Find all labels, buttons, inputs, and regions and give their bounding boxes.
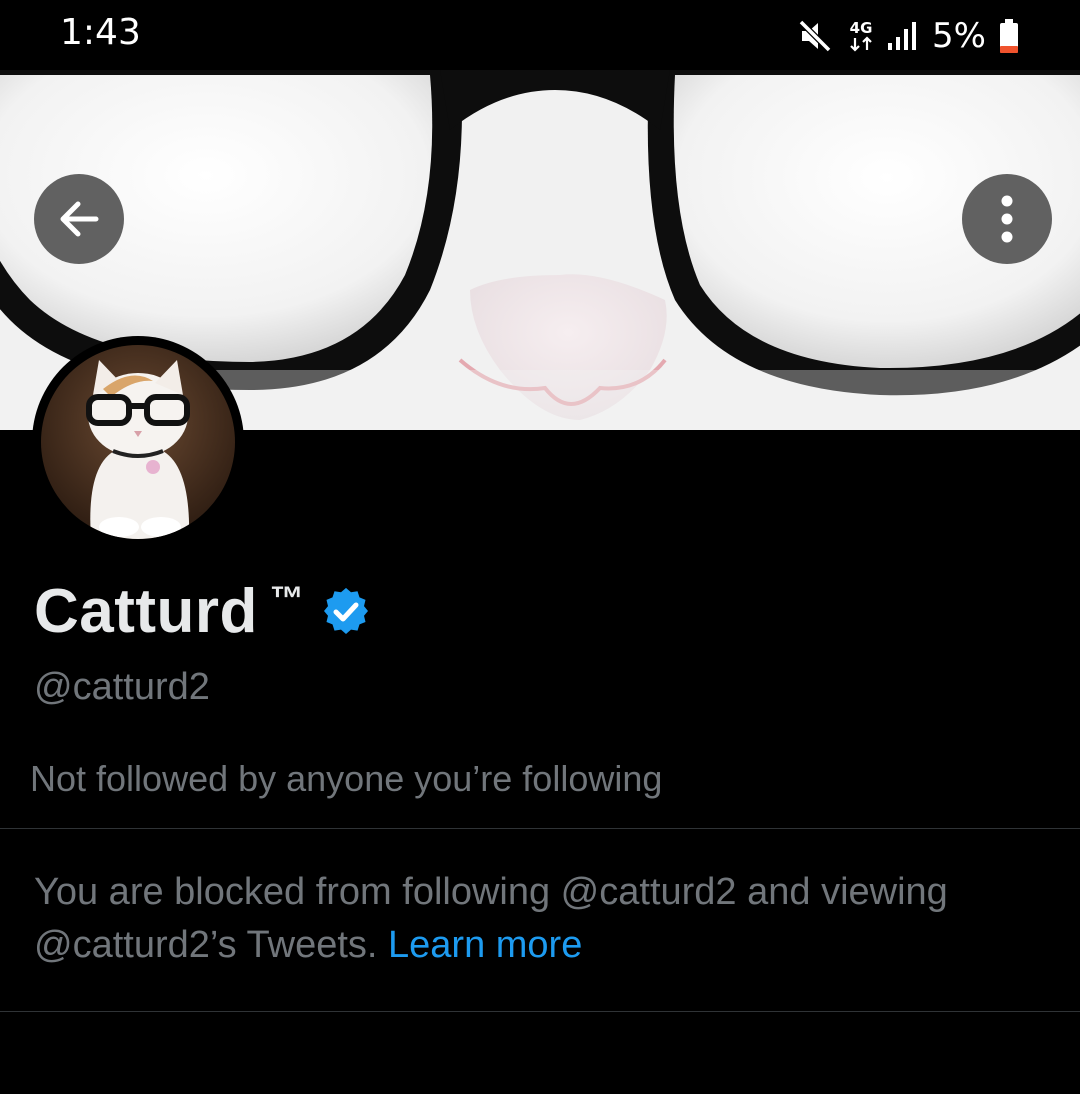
divider — [0, 1011, 1080, 1012]
more-vertical-icon — [1001, 195, 1013, 243]
followed-by-context: Not followed by anyone you’re following — [30, 758, 663, 799]
arrow-left-icon — [60, 201, 99, 237]
profile-handle: @catturd2 — [34, 666, 210, 708]
avatar-image — [41, 345, 235, 539]
profile-name-row: Catturd ™ — [34, 576, 370, 647]
status-time: 1:43 — [60, 12, 141, 53]
avatar-container[interactable] — [32, 336, 244, 548]
network-type: 4G — [849, 18, 873, 37]
mute-icon — [796, 16, 836, 56]
more-options-button[interactable] — [962, 174, 1052, 264]
battery-low-icon — [998, 18, 1020, 54]
status-bar: 1:43 4G 5% — [0, 0, 1080, 70]
signal-icon — [886, 19, 920, 53]
trademark-mark: ™ — [269, 580, 304, 618]
battery-percent: 5% — [932, 16, 986, 56]
divider — [0, 828, 1080, 829]
back-button[interactable] — [34, 174, 124, 264]
status-icons: 4G 5% — [796, 14, 1020, 58]
avatar[interactable] — [41, 345, 235, 539]
learn-more-link[interactable]: Learn more — [388, 924, 582, 966]
data-arrows-icon: 4G — [848, 18, 874, 52]
verified-badge-icon[interactable] — [322, 587, 370, 636]
display-name: Catturd — [34, 577, 258, 646]
blocked-notice: You are blocked from following @catturd2… — [34, 866, 1044, 972]
